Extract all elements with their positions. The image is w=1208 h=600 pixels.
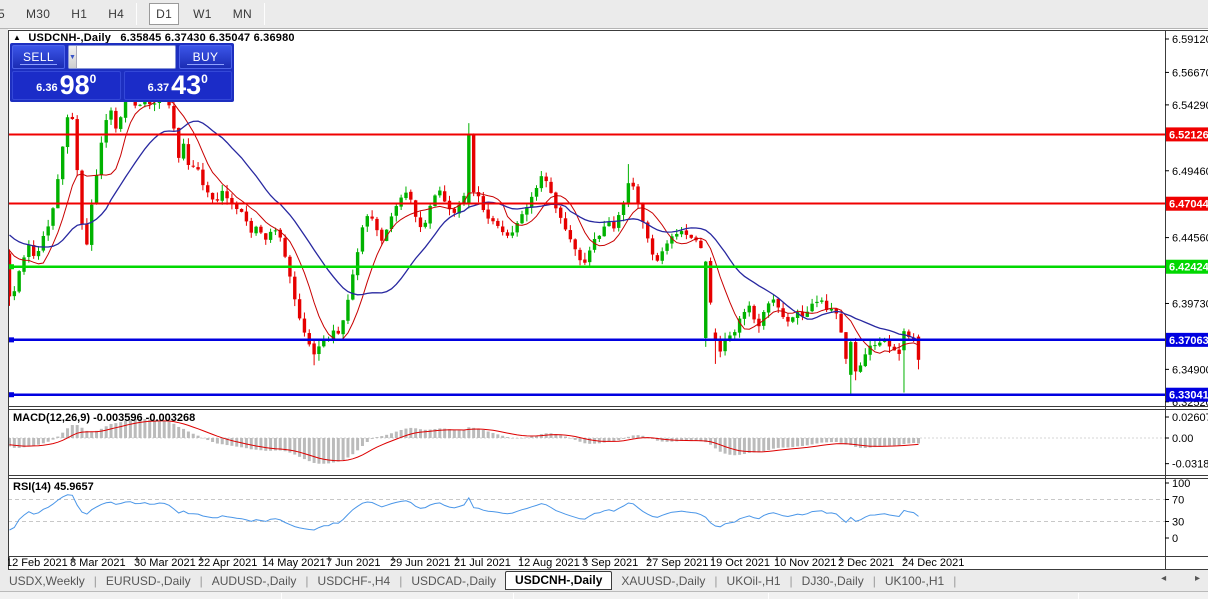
- date-axis-label: 22 Apr 2021: [198, 557, 257, 569]
- price-axis-label: 6.34900: [1172, 364, 1208, 376]
- toolbar-separator: [263, 3, 265, 25]
- price-badge-text: 6.42424: [1169, 262, 1208, 274]
- price-badge-text: 6.47044: [1169, 199, 1208, 211]
- tab-usdx-weekly[interactable]: USDX,Weekly: [0, 572, 94, 590]
- tab-dj30-daily[interactable]: DJ30-,Daily: [793, 572, 873, 590]
- sell-price-sup: 0: [89, 72, 97, 86]
- date-axis-label: 10 Nov 2021: [774, 557, 836, 569]
- tab-xauusd-daily[interactable]: XAUUSD-,Daily: [612, 572, 714, 590]
- timeframe-m30[interactable]: M30: [19, 3, 57, 25]
- hline-handle-6.42424[interactable]: [9, 264, 14, 270]
- timeframe-h4[interactable]: H4: [101, 3, 131, 25]
- price-axis-label: 6.54290: [1172, 100, 1208, 112]
- hline-handle-6.33041[interactable]: [9, 392, 14, 398]
- buy-price-display[interactable]: 6.37 43 0: [123, 70, 232, 100]
- price-axis-label: 6.44560: [1172, 233, 1208, 245]
- rsi-axis-label: 70: [1172, 495, 1184, 507]
- buy-price-big: 43: [171, 70, 202, 100]
- price-axis-label: 6.39730: [1172, 298, 1208, 310]
- tab-usdcad-daily[interactable]: USDCAD-,Daily: [402, 572, 505, 590]
- buy-price-small: 6.37: [147, 82, 170, 94]
- sell-price-display[interactable]: 6.36 98 0: [12, 71, 121, 100]
- volume-decrease-icon[interactable]: ▼: [69, 46, 77, 68]
- volume-stepper: ▼ ▲: [68, 45, 176, 69]
- tab-scroll-arrows: ◂ ▸: [1135, 573, 1200, 584]
- hline-handle-6.37063[interactable]: [9, 337, 14, 343]
- timeframe-d1[interactable]: D1: [149, 3, 180, 25]
- timeframe-mn[interactable]: MN: [226, 3, 259, 25]
- timeframe-toolbar: 5 M30 H1 H4 D1 W1 MN: [0, 0, 1208, 29]
- chart-tabbar: USDX,Weekly | EURUSD-,Daily | AUDUSD-,Da…: [0, 570, 1208, 591]
- tab-uk100-h1[interactable]: UK100-,H1: [876, 572, 953, 590]
- date-axis-label: 3 Sep 2021: [582, 557, 638, 569]
- date-axis: 12 Feb 2021 8 Mar 2021 30 Mar 2021 22 Apr 2…: [8, 557, 964, 569]
- date-axis-label: 8 Mar 2021: [70, 557, 126, 569]
- tab-audusd-daily[interactable]: AUDUSD-,Daily: [203, 572, 306, 590]
- left-gutter: [0, 29, 8, 570]
- buy-button[interactable]: BUY: [179, 45, 232, 69]
- timeframe-w1[interactable]: W1: [186, 3, 219, 25]
- date-axis-label: 27 Sep 2021: [646, 557, 708, 569]
- macd-axis-label: 0.00: [1172, 433, 1193, 445]
- volume-input[interactable]: [76, 46, 175, 68]
- sell-price-small: 6.36: [36, 82, 58, 94]
- tab-usdchf-h4[interactable]: USDCHF-,H4: [309, 572, 400, 590]
- price-axis-label: 6.56670: [1172, 67, 1208, 79]
- date-axis-label: 7 Jun 2021: [326, 557, 380, 569]
- date-axis-label: 2 Dec 2021: [838, 557, 894, 569]
- tab-ukoil-h1[interactable]: UKOil-,H1: [718, 572, 790, 590]
- collapse-icon[interactable]: ▲: [13, 33, 21, 42]
- chart-canvas[interactable]: 6.59120 6.56670 6.54290 6.49460 6.44560 6.397…: [8, 30, 1208, 570]
- sell-button[interactable]: SELL: [12, 45, 65, 69]
- date-axis-label: 29 Jun 2021: [390, 557, 451, 569]
- application-window: 5 M30 H1 H4 D1 W1 MN 6.59120 6.56670 6.542…: [0, 0, 1208, 600]
- tab-eurusd-daily[interactable]: EURUSD-,Daily: [97, 572, 200, 590]
- rsi-axis-label: 100: [1172, 478, 1190, 490]
- tab-usdcnh-daily[interactable]: USDCNH-,Daily: [505, 571, 613, 590]
- macd-label: MACD(12,26,9) -0.003596 -0.003268: [13, 412, 195, 424]
- date-axis-label: 19 Oct 2021: [710, 557, 770, 569]
- tab-separator: |: [953, 573, 957, 588]
- price-axis-label: 6.49460: [1172, 166, 1208, 178]
- price-badge-text: 6.33041: [1169, 390, 1208, 402]
- date-axis-label: 12 Feb 2021: [8, 557, 68, 569]
- date-axis-label: 30 Mar 2021: [134, 557, 196, 569]
- rsi-label: RSI(14) 45.9657: [13, 481, 94, 493]
- tab-scroll-right-icon[interactable]: ▸: [1195, 573, 1200, 584]
- toolbar-separator: [136, 3, 138, 25]
- price-badge-text: 6.37063: [1169, 335, 1208, 347]
- buy-price-sup: 0: [201, 72, 208, 86]
- date-axis-label: 14 May 2021: [262, 557, 326, 569]
- status-bar: [0, 591, 1208, 600]
- macd-axis-label: -0.03187: [1172, 459, 1208, 471]
- tab-scroll-left-icon[interactable]: ◂: [1161, 573, 1166, 584]
- rsi-axis-label: 0: [1172, 533, 1178, 545]
- date-axis-label: 24 Dec 2021: [902, 557, 964, 569]
- timeframe-h1[interactable]: H1: [64, 3, 94, 25]
- price-axis-label: 6.59120: [1172, 34, 1208, 46]
- price-badge-text: 6.52126: [1169, 129, 1208, 141]
- rsi-axis-label: 30: [1172, 517, 1184, 529]
- date-axis-label: 21 Jul 2021: [454, 557, 511, 569]
- sell-price-big: 98: [59, 70, 90, 100]
- macd-axis-label: 0.02607: [1172, 412, 1208, 424]
- timeframe-m5[interactable]: 5: [0, 3, 12, 25]
- one-click-trade-panel: SELL ▼ ▲ BUY 6.36 98 0 6.37 43 0: [10, 43, 234, 102]
- date-axis-label: 12 Aug 2021: [518, 557, 580, 569]
